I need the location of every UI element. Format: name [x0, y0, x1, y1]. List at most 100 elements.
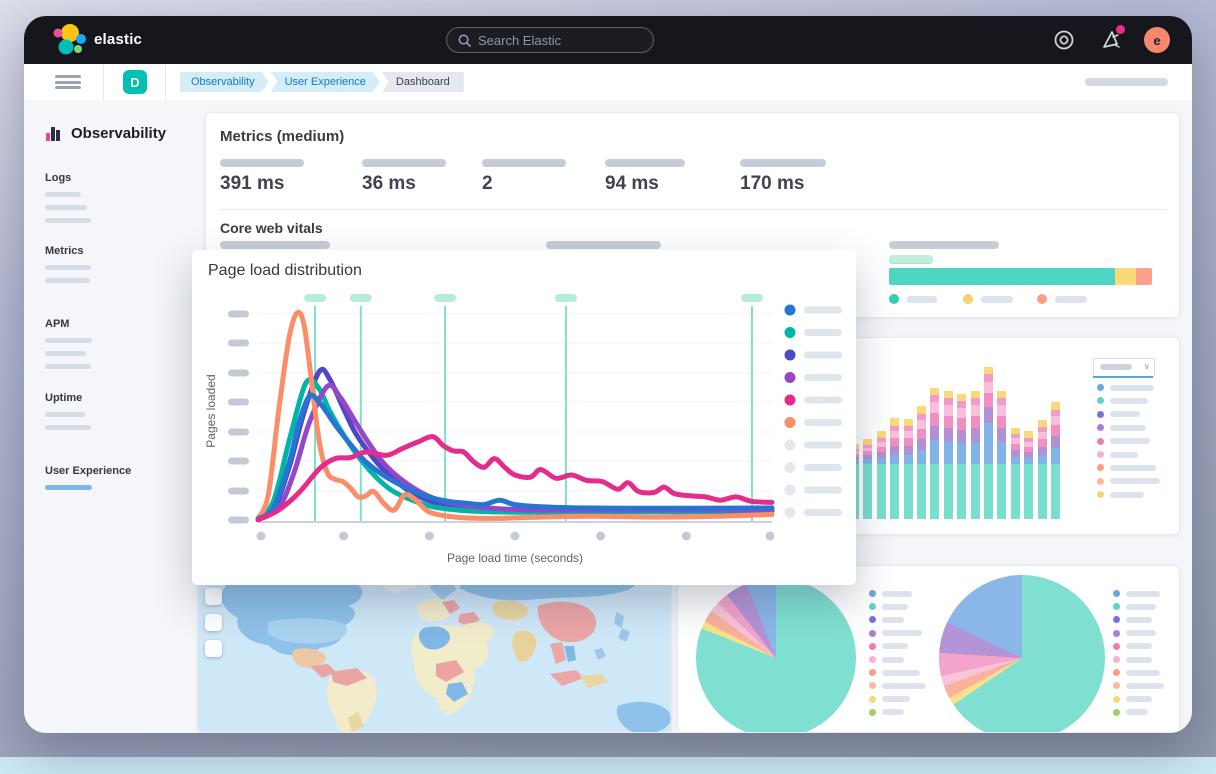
legend-dot [1113, 630, 1120, 637]
user-avatar[interactable]: e [1144, 27, 1170, 53]
pie-legend-item[interactable] [869, 590, 912, 597]
legend-dot [869, 709, 876, 716]
sidebar-item-metrics[interactable]: Metrics [45, 245, 91, 291]
stacked-bar [863, 439, 872, 519]
bar-legend-item[interactable] [1097, 424, 1146, 431]
x-tick-placeholder [339, 532, 348, 541]
bar-segment [917, 464, 926, 519]
bar-segment [944, 416, 953, 428]
pie-legend-item[interactable] [869, 696, 910, 703]
bar-legend-item[interactable] [1097, 491, 1144, 498]
bar-segment [1038, 432, 1047, 439]
legend-placeholder-pill [882, 617, 904, 623]
legend-placeholder-pill [1126, 617, 1152, 623]
pie-legend-item[interactable] [869, 603, 908, 610]
bar-segment [997, 442, 1006, 464]
bar-legend-item[interactable] [1097, 478, 1160, 485]
chart-legend-placeholder [804, 329, 842, 336]
pie-legend-item[interactable] [1113, 643, 1152, 650]
bar-segment [930, 464, 939, 519]
breadcrumb-item[interactable]: Dashboard [382, 72, 464, 92]
bar-segment [1038, 464, 1047, 519]
bar-legend-item[interactable] [1097, 411, 1140, 418]
legend-dot [1113, 669, 1120, 676]
stacked-bar [877, 431, 886, 519]
pie-legend-item[interactable] [1113, 616, 1152, 623]
bar-segment [890, 455, 899, 464]
legend-placeholder-pill [1126, 604, 1156, 610]
bar-segment [997, 398, 1006, 405]
bar-legend-item[interactable] [1097, 464, 1156, 471]
search-input[interactable]: Search Elastic [446, 27, 654, 53]
pie-legend-item[interactable] [1113, 590, 1160, 597]
bar-segment [1051, 416, 1060, 425]
x-axis-line [258, 521, 772, 523]
sidebar-item-user-experience[interactable]: User Experience [45, 465, 131, 498]
bar-segment [984, 423, 993, 464]
pie-legend-item[interactable] [1113, 696, 1152, 703]
legend-dot [1113, 616, 1120, 623]
chart-legend-dot [785, 305, 796, 316]
pie-legend-item[interactable] [1113, 709, 1148, 716]
breakdown-select[interactable]: ∨ [1093, 358, 1155, 377]
page-load-distribution-popup: Page load distribution Pages loaded Page… [192, 250, 856, 585]
pie-legend-item[interactable] [869, 709, 904, 716]
pie-legend-item[interactable] [1113, 630, 1156, 637]
map-zoom-out-button[interactable] [205, 614, 222, 631]
stacked-bar [944, 391, 953, 519]
legend-placeholder-pill [882, 630, 922, 636]
bar-legend-item[interactable] [1097, 384, 1154, 391]
menu-hamburger-icon[interactable] [55, 75, 81, 89]
deployment-tile[interactable]: D [123, 70, 147, 94]
legend-dot [1037, 294, 1047, 304]
bar-segment [917, 429, 926, 439]
pie-legend-item[interactable] [869, 643, 908, 650]
legend-dot [1113, 709, 1120, 716]
cwv-legend-item[interactable] [963, 294, 1013, 304]
cwv-legend-item[interactable] [889, 294, 937, 304]
legend-dot [1097, 451, 1104, 458]
chart-legend-placeholder [804, 307, 842, 314]
bar-segment [890, 431, 899, 438]
pie-legend-item[interactable] [869, 616, 904, 623]
sidebar-item-uptime[interactable]: Uptime [45, 392, 91, 438]
sidebar-placeholder-line [45, 425, 91, 430]
legend-placeholder-pill [882, 604, 908, 610]
breadcrumb-item[interactable]: Observability [180, 72, 269, 92]
sidebar-item-label: Uptime [45, 392, 91, 404]
bar-legend-item[interactable] [1097, 397, 1148, 404]
bar-segment [997, 416, 1006, 428]
map-fit-button[interactable] [205, 640, 222, 657]
news-megaphone-icon[interactable] [1100, 28, 1124, 52]
pie-legend-item[interactable] [1113, 603, 1156, 610]
bar-legend-item[interactable] [1097, 438, 1150, 445]
breadcrumb-item[interactable]: User Experience [271, 72, 380, 92]
chart-legend-placeholder [804, 509, 842, 516]
map-zoom-in-button[interactable] [205, 588, 222, 605]
sidebar-item-apm[interactable]: APM [45, 318, 92, 377]
legend-dot [1097, 478, 1104, 485]
cwv-bar-segment-poor [1136, 268, 1152, 285]
pie-legend-item[interactable] [869, 669, 920, 676]
bar-segment [917, 420, 926, 429]
sidebar-item-logs[interactable]: Logs [45, 172, 91, 231]
pie-legend-item[interactable] [1113, 669, 1160, 676]
chart-legend-dot [785, 462, 796, 473]
pie-legend-item[interactable] [869, 656, 904, 663]
pie-legend-item[interactable] [869, 630, 922, 637]
pie-chart-right [939, 575, 1105, 733]
legend-placeholder-pill [981, 296, 1013, 303]
pie-legend-item[interactable] [869, 682, 926, 689]
help-icon[interactable] [1052, 28, 1076, 52]
chart-legend-placeholder [804, 374, 842, 381]
pie-legend-item[interactable] [1113, 656, 1152, 663]
legend-dot [889, 294, 899, 304]
bar-legend-item[interactable] [1097, 451, 1138, 458]
bar-segment [930, 388, 939, 395]
top-app-bar: elastic Search Elastic e [24, 16, 1192, 64]
legend-placeholder-pill [882, 591, 912, 597]
pie-legend-item[interactable] [1113, 682, 1164, 689]
cwv-legend-item[interactable] [1037, 294, 1087, 304]
chevron-down-icon: ∨ [1143, 361, 1150, 372]
bar-segment [917, 406, 926, 414]
